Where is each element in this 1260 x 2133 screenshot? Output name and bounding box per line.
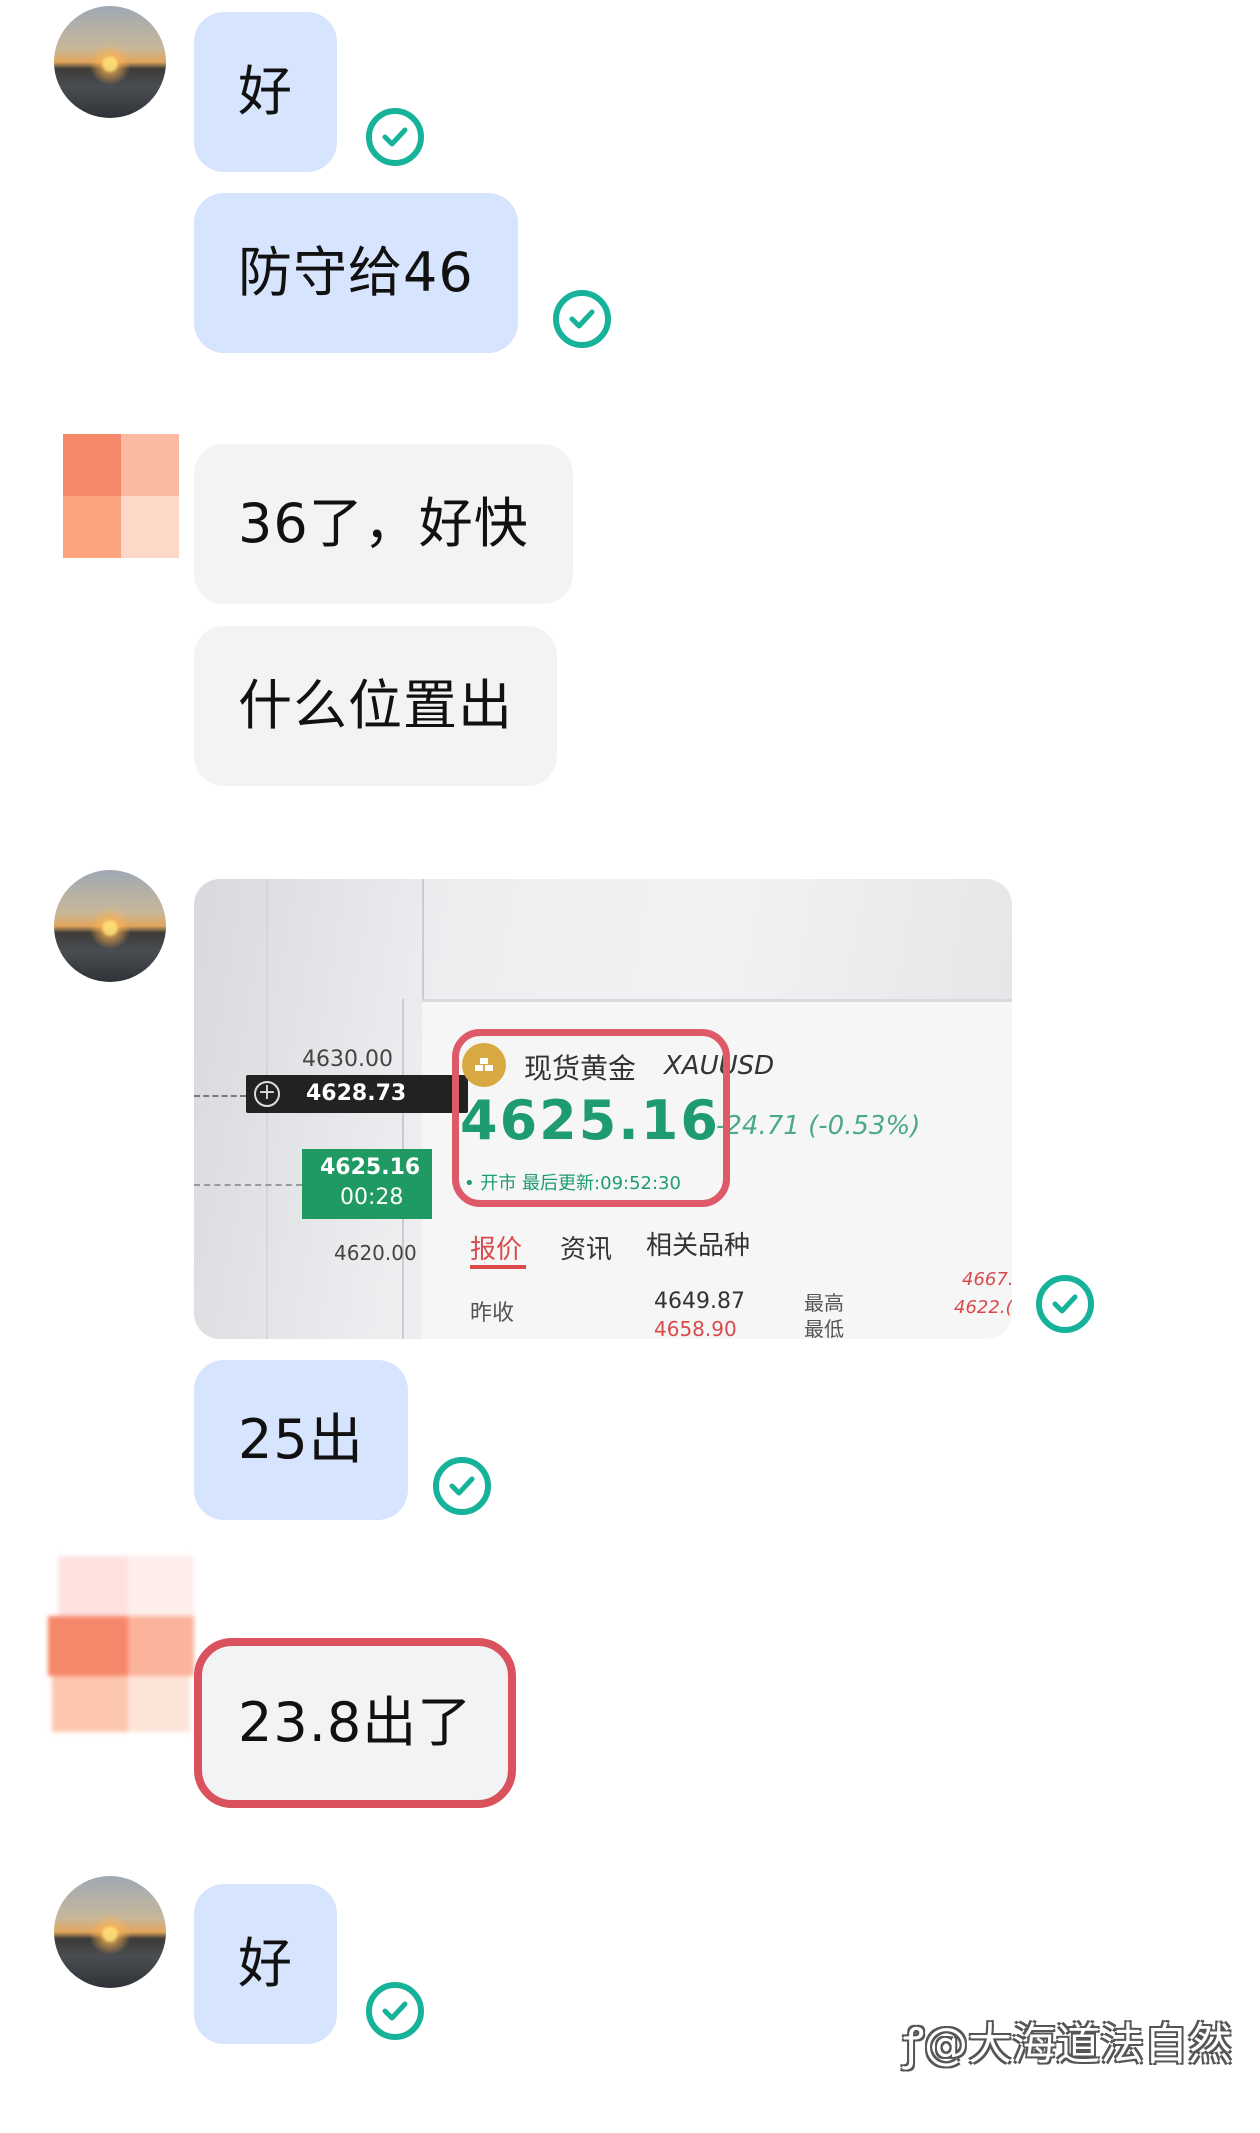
crosshair-price-tag: + 4628.73 xyxy=(246,1075,468,1113)
row-value: 4649.87 xyxy=(654,1289,745,1314)
axis-label: 4620.00 xyxy=(334,1241,417,1265)
image-message[interactable]: 4630.00 + 4628.73 4625.16 00:28 4620.00 … xyxy=(194,879,1012,1339)
message-bubble-highlighted[interactable]: 23.8出了 xyxy=(193,1638,517,1808)
plus-icon: + xyxy=(254,1081,280,1107)
current-price-tag: 4625.16 00:28 xyxy=(302,1149,432,1219)
avatar-self[interactable] xyxy=(54,1876,166,1988)
row-label: 昨收 xyxy=(470,1301,515,1326)
read-check-icon xyxy=(366,1982,424,2040)
current-price-tag-value: 4625.16 xyxy=(320,1155,421,1180)
read-check-icon xyxy=(553,290,611,348)
row-value: 4658.90 xyxy=(654,1317,737,1339)
message-text: 好 xyxy=(238,60,293,123)
message-text: 25出 xyxy=(238,1408,364,1471)
highlight-box xyxy=(452,1029,730,1207)
avatar-contact[interactable] xyxy=(63,434,179,558)
read-check-icon xyxy=(366,108,424,166)
price-change: -24.71 (-0.53%) xyxy=(716,1111,921,1141)
watermark: ꝭ@大海道法自然 xyxy=(903,2008,1232,2072)
message-bubble[interactable]: 25出 xyxy=(194,1360,408,1520)
current-price-tag-time: 00:28 xyxy=(340,1185,404,1210)
message-text: 什么位置出 xyxy=(238,674,513,737)
avatar-contact[interactable] xyxy=(48,1556,198,1736)
row-value: 4622.( xyxy=(954,1297,1012,1318)
tab-related[interactable]: 相关品种 xyxy=(646,1225,750,1262)
avatar-self[interactable] xyxy=(54,870,166,982)
tab-news[interactable]: 资讯 xyxy=(560,1229,612,1266)
message-bubble[interactable]: 防守给46 xyxy=(194,193,518,353)
row-value: 4667. xyxy=(962,1269,1012,1290)
axis-label: 4630.00 xyxy=(302,1047,393,1072)
message-bubble[interactable]: 好 xyxy=(194,1884,337,2044)
active-tab-indicator xyxy=(470,1265,526,1269)
message-text: 好 xyxy=(238,1932,293,1995)
message-bubble[interactable]: 好 xyxy=(194,12,337,172)
watermark-text: @大海道法自然 xyxy=(924,2019,1232,2070)
row-label: 最低 xyxy=(804,1317,844,1339)
message-bubble[interactable]: 36了，好快 xyxy=(194,444,573,604)
message-text: 防守给46 xyxy=(238,241,474,304)
read-check-icon xyxy=(433,1457,491,1515)
avatar-self[interactable] xyxy=(54,6,166,118)
watermark-logo-icon: ꝭ xyxy=(903,2019,924,2070)
message-text: 36了，好快 xyxy=(238,492,529,555)
crosshair-price: 4628.73 xyxy=(306,1081,407,1106)
message-text: 23.8出了 xyxy=(238,1691,473,1754)
message-bubble[interactable]: 什么位置出 xyxy=(194,626,557,786)
tab-quote[interactable]: 报价 xyxy=(470,1229,522,1266)
read-check-icon xyxy=(1036,1275,1094,1333)
row-label: 最高 xyxy=(804,1291,844,1315)
